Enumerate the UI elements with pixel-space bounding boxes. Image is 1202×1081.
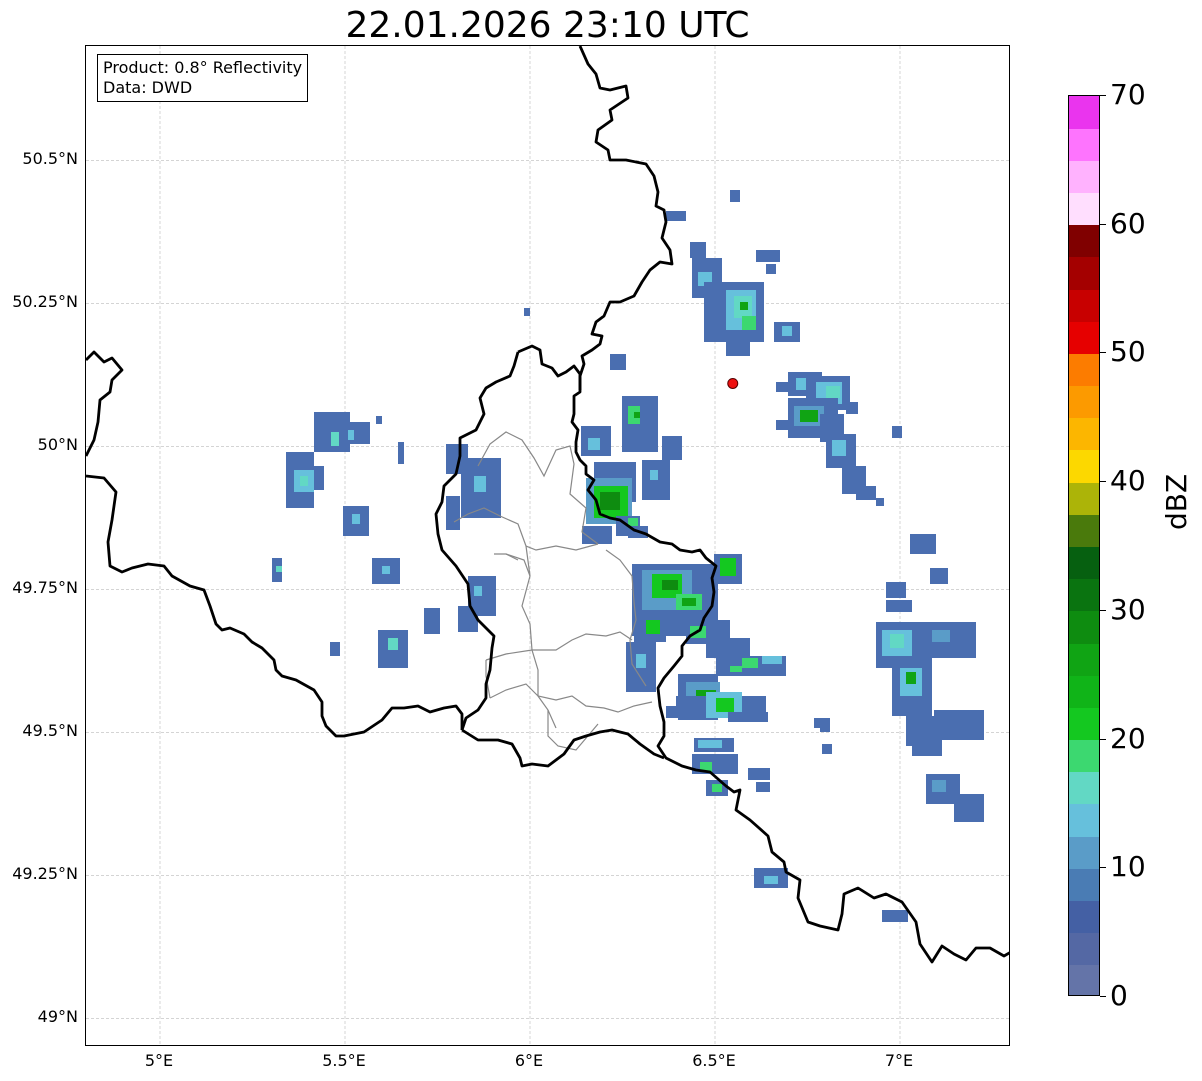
lon-tick-label: 6°E	[514, 1051, 544, 1070]
lat-tick-label: 50°N	[37, 435, 78, 455]
colorbar-tick-mark	[1100, 867, 1106, 869]
lat-tick-label: 49.5°N	[22, 721, 78, 741]
radar-site-marker[interactable]	[727, 377, 739, 389]
data-source-label: Data: DWD	[103, 78, 193, 97]
lat-tick-label: 50.5°N	[22, 149, 78, 169]
colorbar-segment	[1069, 289, 1099, 322]
colorbar-tick-mark	[1100, 223, 1106, 225]
colorbar-tick-mark	[1100, 996, 1106, 997]
colorbar-segment	[1069, 868, 1099, 901]
map-canvas[interactable]	[86, 46, 1010, 1046]
colorbar-segment	[1069, 546, 1099, 580]
colorbar-tick-label: 0	[1110, 979, 1128, 1012]
colorbar-segment	[1069, 964, 1099, 995]
colorbar-tick-label: 40	[1110, 464, 1146, 498]
colorbar-segment	[1069, 321, 1099, 354]
colorbar-segment	[1069, 385, 1099, 419]
colorbar-tick-label: 20	[1110, 721, 1146, 755]
country-borders	[86, 46, 1009, 964]
echo-cluster	[581, 354, 682, 544]
colorbar-segment	[1069, 739, 1099, 773]
lon-tick-label: 5°E	[144, 1051, 174, 1070]
colorbar-segment	[1069, 353, 1099, 387]
colorbar-tick-mark	[1100, 609, 1106, 611]
colorbar-segment	[1069, 675, 1099, 708]
lat-tick-label: 49.75°N	[12, 578, 78, 598]
colorbar-segment	[1069, 482, 1099, 515]
lon-tick-label: 6.5°E	[692, 1051, 736, 1070]
colorbar-segment	[1069, 224, 1099, 258]
colorbar-tick-mark	[1100, 481, 1106, 483]
colorbar-segment	[1069, 932, 1099, 966]
colorbar-tick-label: 70	[1110, 78, 1146, 111]
lat-tick-label: 50.25°N	[12, 292, 78, 312]
colorbar-segment	[1069, 160, 1099, 194]
lat-tick-label: 49°N	[37, 1007, 78, 1027]
product-info-box: Product: 0.8° Reflectivity Data: DWD	[97, 54, 309, 102]
lon-tick-label: 7°E	[884, 1051, 914, 1070]
colorbar-segment	[1069, 771, 1099, 805]
colorbar-segment	[1069, 256, 1099, 290]
lat-tick-label: 49.25°N	[12, 864, 78, 884]
colorbar-segment	[1069, 578, 1099, 612]
colorbar-segment	[1069, 449, 1099, 483]
colorbar-segment	[1069, 836, 1099, 869]
colorbar-segment	[1069, 707, 1099, 741]
colorbar-tick-label: 30	[1110, 592, 1146, 626]
product-label: Product: 0.8° Reflectivity	[103, 58, 303, 77]
colorbar-label: dBZ	[1160, 473, 1193, 530]
colorbar-segment	[1069, 128, 1099, 161]
colorbar-segment	[1069, 417, 1099, 451]
colorbar-tick-label: 50	[1110, 335, 1146, 369]
colorbar-segment	[1069, 96, 1099, 129]
echo-cluster	[776, 372, 902, 506]
echo-cluster	[814, 534, 984, 922]
colorbar-segment	[1069, 514, 1099, 547]
echo-cluster	[272, 412, 440, 668]
colorbar	[1068, 95, 1100, 996]
echo-cluster	[666, 190, 800, 356]
colorbar-segment	[1069, 610, 1099, 644]
echo-cluster	[666, 638, 830, 888]
colorbar-tick-label: 10	[1110, 850, 1146, 884]
colorbar-segment	[1069, 192, 1099, 226]
radar-map[interactable]	[85, 45, 1010, 1046]
lon-tick-label: 5.5°E	[322, 1051, 366, 1070]
colorbar-segment	[1069, 643, 1099, 676]
map-title: 22.01.2026 23:10 UTC	[345, 5, 750, 46]
colorbar-tick-mark	[1100, 352, 1106, 354]
colorbar-segment	[1069, 803, 1099, 837]
colorbar-tick-mark	[1100, 95, 1106, 96]
colorbar-tick-mark	[1100, 738, 1106, 740]
colorbar-tick-label: 60	[1110, 206, 1146, 240]
colorbar-segment	[1069, 900, 1099, 934]
